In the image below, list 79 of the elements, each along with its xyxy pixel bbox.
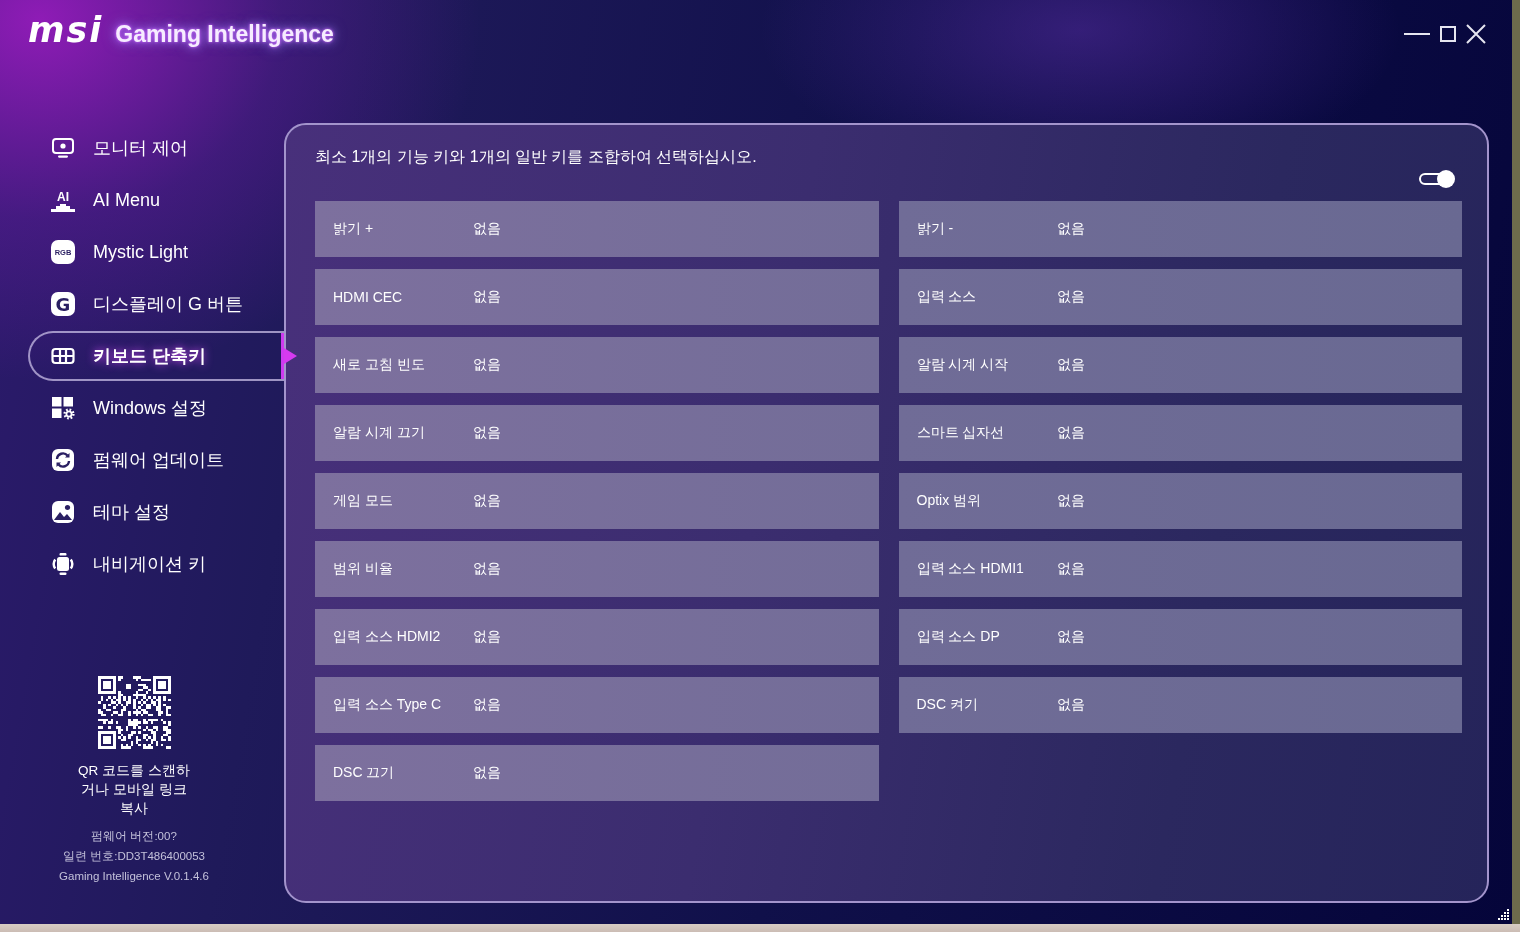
nav-item[interactable]: 내비게이션 키 (28, 539, 284, 589)
nav-item[interactable]: AI AI Menu (28, 175, 284, 225)
shortcut-value: 없음 (1056, 560, 1085, 578)
resize-grip-icon[interactable] (1498, 909, 1509, 920)
shortcut-label: 알람 시계 끄기 (333, 424, 426, 442)
logo: msi (28, 10, 104, 50)
shortcut-value: 없음 (473, 288, 501, 306)
shortcut-value: 없음 (473, 424, 501, 442)
shortcut-row[interactable]: 새로 고침 빈도 없음 (315, 337, 879, 393)
shortcut-row[interactable]: 밝기 - 없음 (898, 201, 1462, 257)
shortcut-row[interactable]: 알람 시계 끄기 없음 (315, 405, 879, 461)
shortcut-value: 없음 (473, 492, 501, 510)
firmware-version: 펌웨어 버전:00? (91, 829, 177, 844)
shortcut-label: 범위 비율 (333, 560, 394, 578)
shortcut-row[interactable]: Optix 범위 없음 (898, 473, 1462, 529)
shortcut-label: Optix 범위 (916, 492, 983, 510)
shortcut-label: 게임 모드 (333, 492, 394, 510)
app-title: Gaming Intelligence (115, 21, 334, 48)
shortcut-label: 새로 고침 빈도 (333, 356, 426, 374)
nav-item[interactable]: Windows 설정 (28, 383, 284, 433)
shortcut-row[interactable]: 입력 소스 HDMI1 없음 (898, 541, 1462, 597)
shortcut-value: 없음 (473, 696, 501, 714)
app-version: Gaming Intelligence V.0.1.4.6 (59, 869, 209, 884)
shortcut-value: 없음 (473, 220, 501, 238)
nav-item[interactable]: 테마 설정 (28, 487, 284, 537)
shortcut-label: 입력 소스 Type C (333, 696, 443, 714)
shortcut-row[interactable]: 스마트 십자선 없음 (898, 405, 1462, 461)
shortcut-value: 없음 (1056, 696, 1085, 714)
shortcut-label: 입력 소스 HDMI2 (333, 628, 442, 646)
ai-label: AI (57, 191, 69, 204)
close-button[interactable] (1466, 22, 1486, 46)
nav-item[interactable]: 모니터 제어 (28, 123, 284, 173)
navigation-pad-icon (51, 552, 75, 576)
shortcut-value: 없음 (1056, 288, 1085, 306)
serial-number: 일련 번호:DD3T486400053 (63, 849, 205, 864)
shortcut-row[interactable]: DSC 켜기 없음 (898, 677, 1462, 733)
shortcut-value: 없음 (1056, 220, 1085, 238)
minimize-icon (1404, 33, 1430, 35)
shortcut-label: DSC 끄기 (333, 764, 396, 782)
refresh-icon (51, 448, 75, 472)
shortcut-value: 없음 (1056, 492, 1085, 510)
nav-item[interactable]: G 디스플레이 G 버튼 (28, 279, 284, 329)
shortcut-label: 입력 소스 HDMI1 (916, 560, 1025, 578)
shortcut-label: 밝기 - (916, 220, 955, 238)
maximize-icon (1440, 26, 1456, 42)
monitor-icon (51, 136, 75, 160)
shortcut-value: 없음 (1056, 356, 1085, 374)
shortcut-label: DSC 켜기 (916, 696, 979, 714)
shortcut-row[interactable]: 게임 모드 없음 (315, 473, 879, 529)
shortcut-row[interactable]: HDMI CEC 없음 (315, 269, 879, 325)
windows-settings-icon (51, 396, 75, 420)
shortcut-value: 없음 (1056, 424, 1085, 442)
shortcut-row[interactable]: 범위 비율 없음 (315, 541, 879, 597)
qr-caption: QR 코드를 스캔하거나 모바일 링크 복사 (78, 762, 190, 818)
shortcut-value: 없음 (473, 628, 501, 646)
podium-icon (51, 204, 75, 212)
close-icon (1466, 24, 1486, 44)
shortcut-row[interactable]: DSC 끄기 없음 (315, 745, 879, 801)
shortcut-row[interactable]: 밝기 + 없음 (315, 201, 879, 257)
shortcut-value: 없음 (1056, 628, 1085, 646)
shortcut-label: 입력 소스 (916, 288, 978, 306)
picture-icon (51, 500, 75, 524)
shortcut-value: 없음 (473, 764, 501, 782)
shortcut-label: 밝기 + (333, 220, 375, 238)
nav-item[interactable]: 펌웨어 업데이트 (28, 435, 284, 485)
instruction-text: 최소 1개의 기능 키와 1개의 일반 키를 조합하여 선택하십시오. (315, 147, 758, 167)
shortcut-label: HDMI CEC (333, 289, 404, 305)
shortcut-row[interactable]: 입력 소스 HDMI2 없음 (315, 609, 879, 665)
toggle-switch[interactable] (1419, 170, 1455, 188)
shortcut-label: 스마트 십자선 (916, 424, 1006, 442)
shortcut-row[interactable]: 알람 시계 시작 없음 (898, 337, 1462, 393)
shortcut-row[interactable]: 입력 소스 없음 (898, 269, 1462, 325)
shortcut-label: 알람 시계 시작 (916, 356, 1010, 374)
shortcut-value: 없음 (473, 560, 501, 578)
shortcut-value: 없음 (473, 356, 501, 374)
g-badge: G (51, 292, 75, 316)
shortcut-row[interactable]: 입력 소스 DP 없음 (898, 609, 1462, 665)
shortcut-label: 입력 소스 DP (916, 628, 1001, 646)
shortcut-row[interactable]: 입력 소스 Type C 없음 (315, 677, 879, 733)
